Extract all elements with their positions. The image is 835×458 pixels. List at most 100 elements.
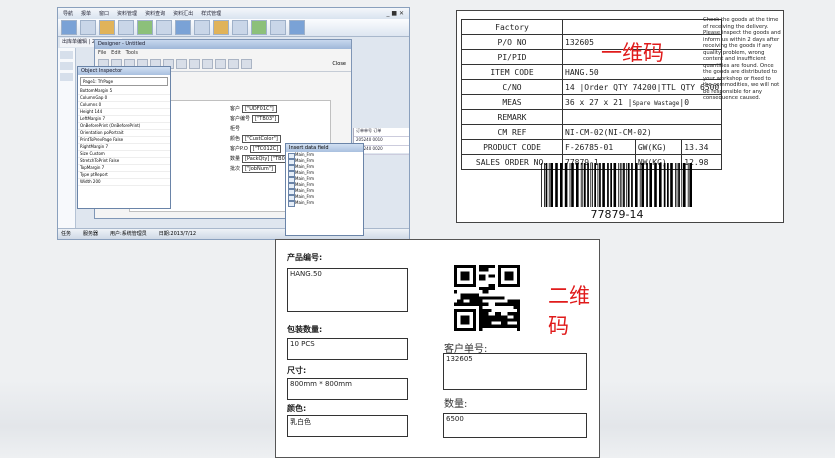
toolbar-button[interactable] (232, 20, 248, 35)
inspector-property-row[interactable]: TopMargin 7 (78, 165, 170, 172)
qr-module (507, 283, 511, 287)
nav-tree-item[interactable] (60, 62, 73, 70)
inspector-property-row[interactable]: LeftMargin 7 (78, 116, 170, 123)
qr-module (454, 280, 458, 284)
qr-module (469, 309, 473, 313)
inspector-property-row[interactable]: Size Custom (78, 151, 170, 158)
tool-icon[interactable] (202, 59, 213, 69)
menu-item[interactable]: 报单 (79, 10, 93, 17)
toolbar-button[interactable] (175, 20, 191, 35)
inspector-property-row[interactable]: Columns 0 (78, 102, 170, 109)
qr-module (482, 287, 486, 291)
qr-module (485, 287, 489, 291)
value-cell: 13.34 (681, 139, 723, 155)
canvas-row[interactable]: 客户编号 ["TB03"] (230, 115, 280, 123)
qr-module (501, 265, 505, 269)
qr-module (454, 277, 458, 281)
menu-item[interactable]: 资料查询 (143, 10, 167, 17)
toolbar-button[interactable] (251, 20, 267, 35)
inspector-property-row[interactable]: OnBeforePrint (OnBeforePrint) (78, 123, 170, 130)
barcode-bar (689, 163, 692, 207)
qr-module (482, 312, 486, 316)
menu-item[interactable]: 资料汇出 (171, 10, 195, 17)
toolbar-button[interactable] (270, 20, 286, 35)
qr-module (472, 315, 476, 319)
toolbar-button[interactable] (213, 20, 229, 35)
toolbar-button[interactable] (80, 20, 96, 35)
inspector-property-row[interactable]: Width 200 (78, 179, 170, 186)
tool-icon[interactable] (176, 59, 187, 69)
inspector-object-select[interactable]: Page1: TfrPage (80, 77, 168, 86)
label-cell: GW(KG) (634, 139, 683, 155)
qr-module (457, 327, 461, 331)
inspector-title: Object Inspector (78, 67, 170, 75)
nav-tree-item[interactable] (60, 73, 73, 81)
qr-module (469, 296, 473, 300)
inspector-property-row[interactable]: ColumnGap 0 (78, 95, 170, 102)
qr-module (491, 287, 495, 291)
nav-tree (58, 48, 76, 234)
designer-close-button[interactable]: Close (330, 61, 348, 67)
inspector-property-row[interactable]: PrintToPrevPage False (78, 137, 170, 144)
canvas-row[interactable]: 客户P.O ["TC012C] (230, 145, 282, 153)
qr-module (472, 309, 476, 313)
size-label: 尺寸: (287, 366, 307, 375)
qr-module (460, 315, 464, 319)
toolbar-button[interactable] (194, 20, 210, 35)
tool-icon[interactable] (241, 59, 252, 69)
toolbar-button[interactable] (289, 20, 305, 35)
menu-item[interactable]: 样式管理 (199, 10, 223, 17)
qr-module (491, 315, 495, 319)
qr-module (510, 318, 514, 322)
tool-icon[interactable] (189, 59, 200, 69)
qr-module (510, 283, 514, 287)
qr-module (482, 274, 486, 278)
qr-module (510, 271, 514, 275)
menu-item[interactable]: 资料管理 (115, 10, 139, 17)
barcode-bar (649, 163, 652, 207)
canvas-row[interactable]: 客户 ["UDF01C"] (230, 105, 277, 113)
qr-module (472, 268, 476, 272)
toolbar-button[interactable] (118, 20, 134, 35)
inspector-property-row[interactable]: Height 144 (78, 109, 170, 116)
insert-field-title: Insert data field (286, 144, 363, 152)
qr-module (466, 271, 470, 275)
window-controls[interactable]: _ ■ ✕ (384, 10, 406, 17)
size-box: 800mm * 800mm (287, 378, 408, 400)
toolbar-button[interactable] (99, 20, 115, 35)
status-task[interactable]: 任务 (61, 229, 71, 239)
menu-item[interactable]: 导航 (61, 10, 75, 17)
receiving-note: Check the goods at the time of receiving… (703, 17, 781, 101)
tool-icon[interactable] (228, 59, 239, 69)
designer-menu-item[interactable]: Edit (111, 50, 121, 56)
qr-module (460, 296, 464, 300)
qr-module (479, 318, 483, 322)
toolbar-button[interactable] (137, 20, 153, 35)
designer-menu-item[interactable]: Tools (126, 50, 138, 56)
nav-tree-item[interactable] (60, 51, 73, 59)
canvas-row[interactable]: 批次 ["JobNum"] (230, 165, 277, 173)
designer-title: Designer - Untitled (95, 40, 351, 49)
label-cell: C/NO (461, 79, 563, 95)
inspector-property-row[interactable]: Orientation poPortrait (78, 130, 170, 137)
inspector-property-row[interactable]: Type ptReport (78, 172, 170, 179)
qr-module (485, 312, 489, 316)
toolbar-button[interactable] (61, 20, 77, 35)
canvas-row[interactable]: 柜号 (230, 125, 240, 132)
barcode-bar (564, 163, 568, 207)
designer-menu-item[interactable]: File (98, 50, 106, 56)
inspector-property-row[interactable]: StretchToPrint False (78, 158, 170, 165)
inspector-property-row[interactable]: BottomMargin 5 (78, 88, 170, 95)
qr-module (472, 327, 476, 331)
barcode-1d (541, 163, 692, 207)
qr-module (466, 283, 470, 287)
field-list-item[interactable]: Main_Frm (286, 200, 363, 207)
canvas-row[interactable]: 颜色 ["CustColor"] (230, 135, 281, 143)
menu-item[interactable]: 窗口 (97, 10, 111, 17)
grid-row[interactable]: 订单单号 订单 (354, 128, 409, 137)
toolbar-button[interactable] (156, 20, 172, 35)
inspector-property-row[interactable]: RightMargin 7 (78, 144, 170, 151)
qr-module (494, 312, 498, 316)
qr-module (482, 324, 486, 328)
tool-icon[interactable] (215, 59, 226, 69)
